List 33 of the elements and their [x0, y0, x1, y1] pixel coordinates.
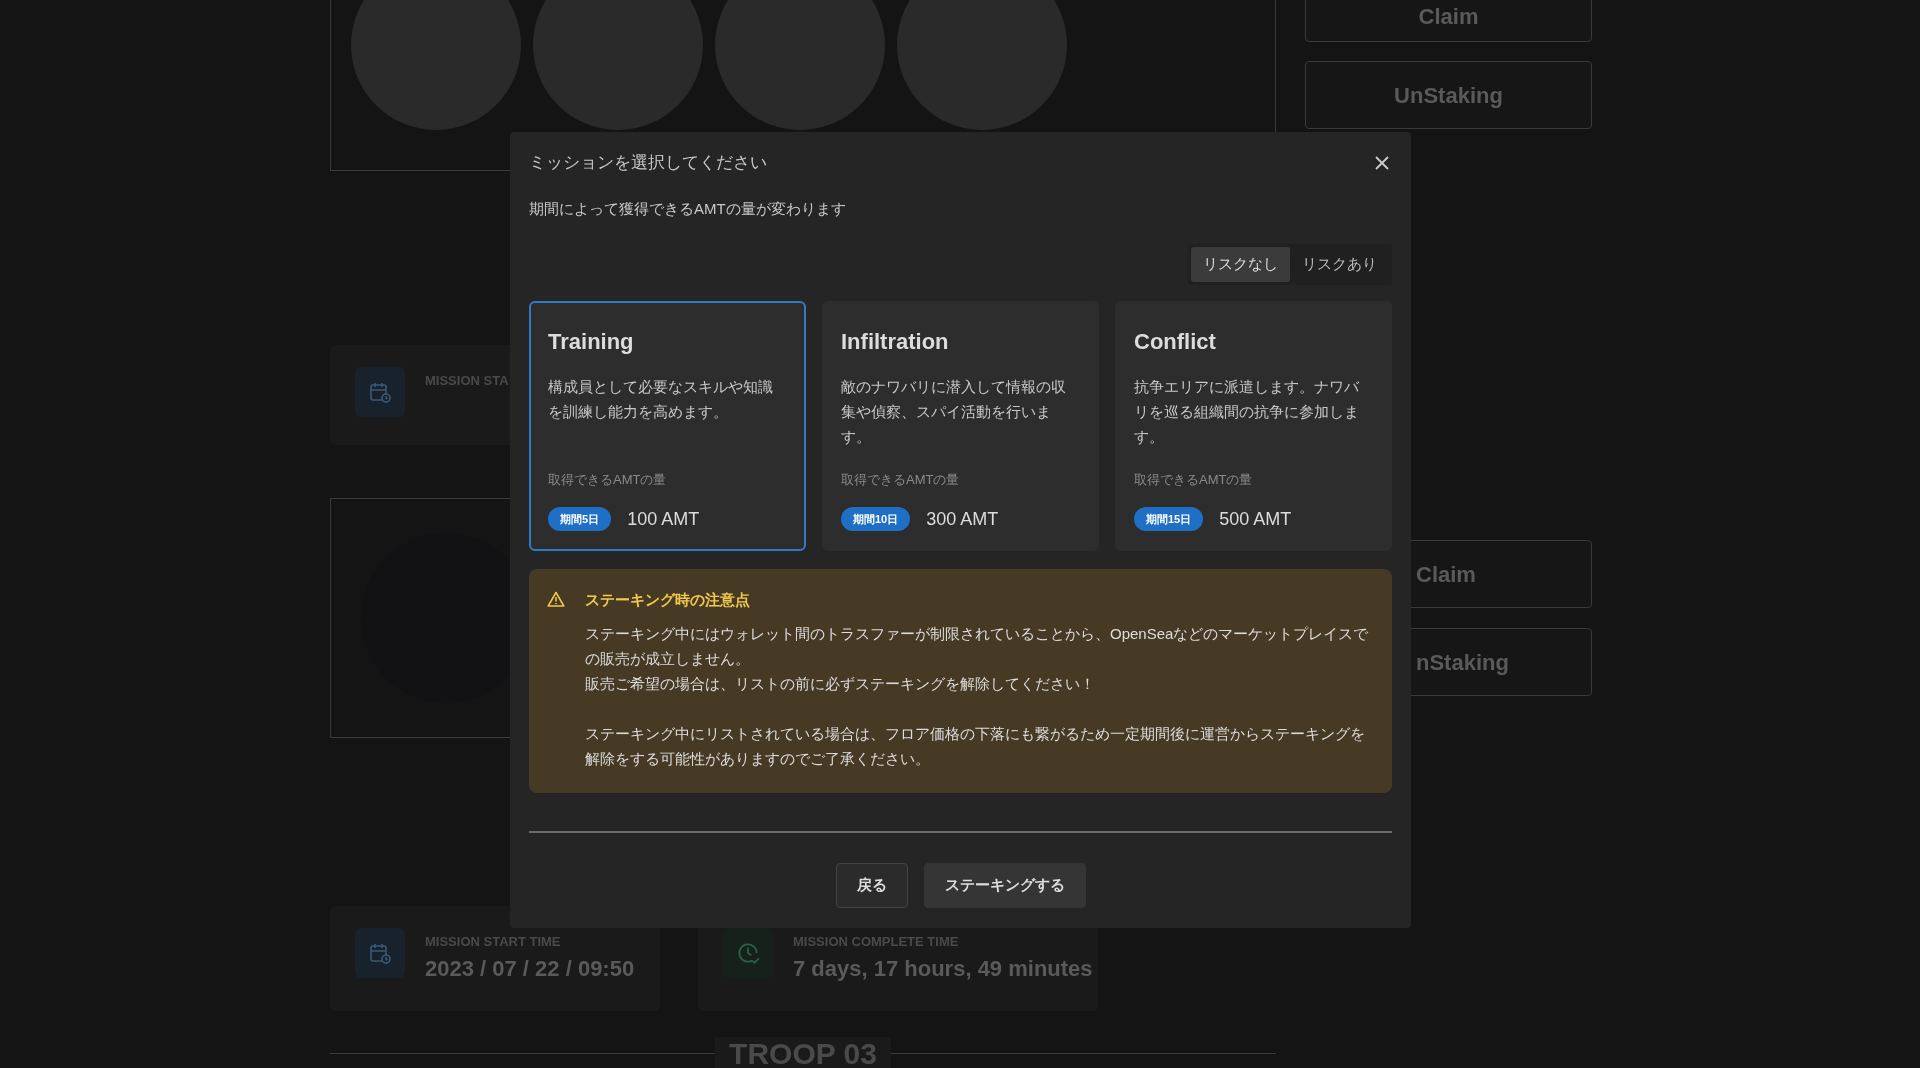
calendar-clock-icon — [355, 367, 405, 417]
amount-text: 100 AMT — [627, 507, 700, 531]
amount-label: 取得できるAMTの量 — [841, 471, 961, 489]
dialog-subtitle: 期間によって獲得できるAMTの量が変わります — [529, 198, 847, 219]
notice-text: ステーキング中にリストされている場合は、フロア価格の下落にも繋がるため一定期間後に運営からステーキングを解除をする可能性がありますのでご了承ください。 — [585, 724, 1366, 769]
back-button[interactable]: 戻る — [835, 863, 908, 908]
period-badge: 期間5日 — [548, 506, 612, 532]
warning-icon — [547, 590, 565, 607]
risk-tab[interactable]: リスクあり — [1290, 247, 1389, 282]
stake-button[interactable]: ステーキングする — [923, 863, 1086, 908]
mission-name: Conflict — [1134, 327, 1217, 356]
mission-name: Training — [548, 327, 635, 356]
mission-name: Infiltration — [841, 327, 950, 356]
amount-label: 取得できるAMTの量 — [1134, 471, 1254, 489]
mission-card[interactable]: Conflict 抗争エリアに派遣します。ナワバリを巡る組織間の抗争に参加します。 取得できるAMTの量 期間15日 500 AMT — [1115, 300, 1392, 551]
mission-card[interactable]: Infiltration 敵のナワバリに潜入して情報の収集や偵察、スパイ活動を行います。 取得できるAMTの量 期間10日 300 AMT — [822, 300, 1099, 551]
clock-check-icon — [723, 928, 773, 978]
period-badge: 期間10日 — [841, 506, 911, 532]
mission-description: 構成員として必要なスキルや知識を訓練し能力を高めます。 — [548, 376, 774, 422]
dialog-title: ミッションを選択してください — [529, 152, 767, 174]
amount-label: 取得できるAMTの量 — [548, 471, 668, 489]
info-value: 2023 / 07 / 22 / 09:50 — [425, 954, 635, 983]
amount-text: 500 AMT — [1219, 507, 1292, 531]
calendar-clock-icon — [355, 928, 405, 978]
risk-tab[interactable]: リスクなし — [1191, 247, 1290, 282]
amount-text: 300 AMT — [926, 507, 999, 531]
mission-description: 敵のナワバリに潜入して情報の収集や偵察、スパイ活動を行います。 — [841, 376, 1067, 447]
notice-title: ステーキング時の注意点 — [585, 589, 751, 610]
mission-card[interactable]: Training 構成員として必要なスキルや知識を訓練し能力を高めます。 取得できるAMTの量 期間5日 100 AMT — [529, 300, 806, 551]
period-badge: 期間15日 — [1134, 506, 1204, 532]
mission-description: 抗争エリアに派遣します。ナワバリを巡る組織間の抗争に参加します。 — [1134, 376, 1361, 447]
notice-text: 販売ご希望の場合は、リストの前に必ずステーキングを解除してください！ — [585, 674, 1096, 694]
info-value: 7 days, 17 hours, 49 minutes — [793, 954, 1093, 983]
